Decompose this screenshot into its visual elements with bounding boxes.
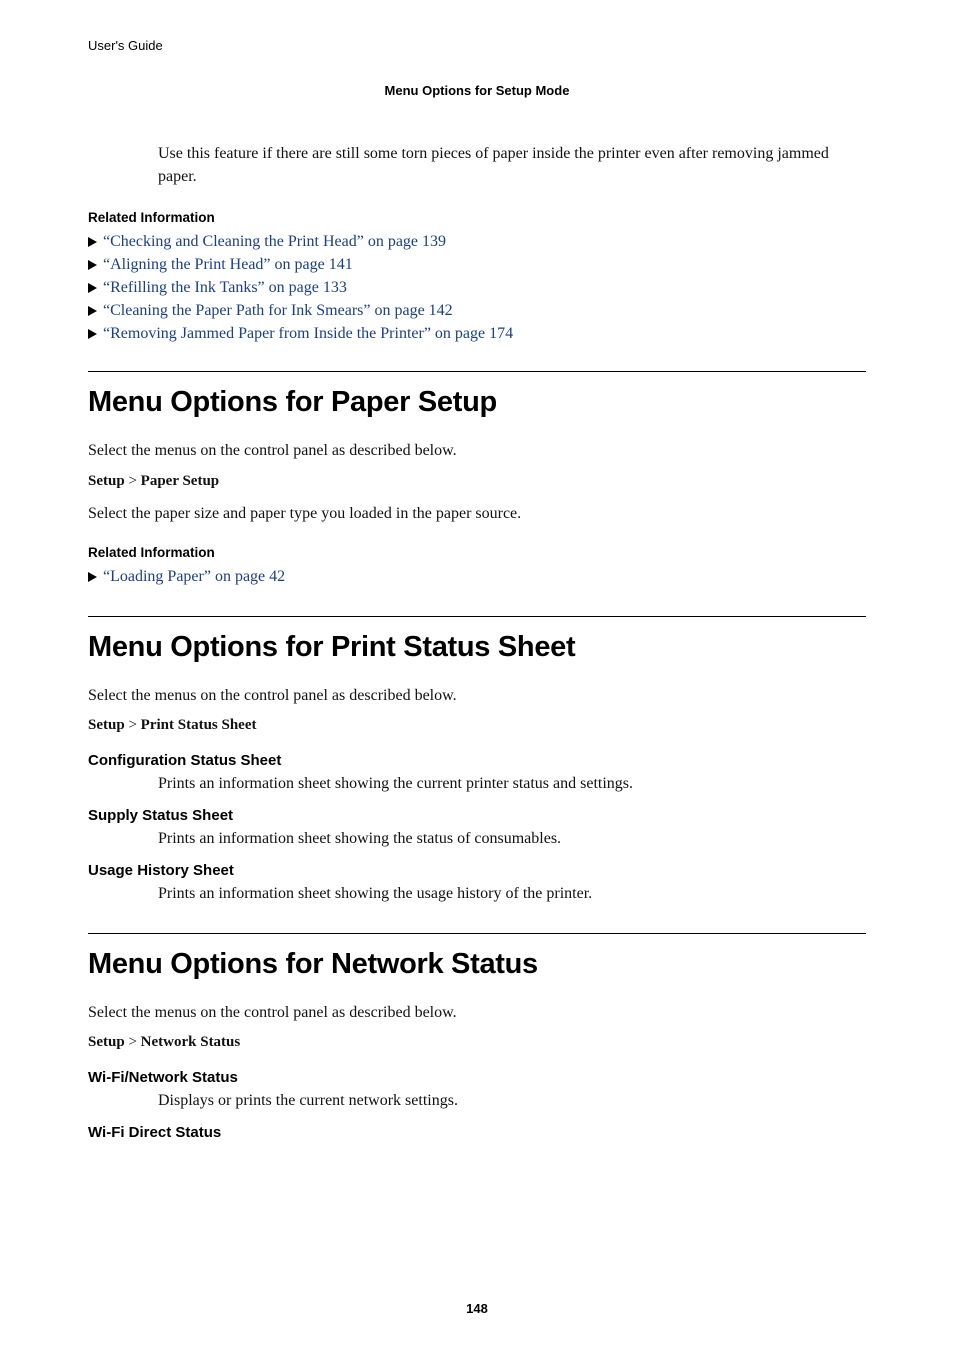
- users-guide-label: User's Guide: [88, 38, 866, 53]
- arrow-right-icon: [88, 572, 97, 582]
- related-link[interactable]: “Removing Jammed Paper from Inside the P…: [103, 325, 513, 343]
- item-label: Supply Status Sheet: [88, 807, 866, 824]
- breadcrumb: Setup > Paper Setup: [88, 473, 866, 490]
- page-number: 148: [0, 1301, 954, 1316]
- crumb-sep: >: [125, 717, 141, 733]
- related-link[interactable]: “Aligning the Print Head” on page 141: [103, 256, 353, 274]
- section-divider: [88, 371, 866, 372]
- breadcrumb: Setup > Print Status Sheet: [88, 717, 866, 734]
- crumb-setup: Setup: [88, 717, 125, 733]
- arrow-right-icon: [88, 283, 97, 293]
- crumb-setup: Setup: [88, 1034, 125, 1050]
- item-label: Wi-Fi Direct Status: [88, 1124, 866, 1141]
- item-desc: Prints an information sheet showing the …: [158, 885, 866, 903]
- section-divider: [88, 616, 866, 617]
- related-link[interactable]: “Refilling the Ink Tanks” on page 133: [103, 279, 347, 297]
- crumb-item: Paper Setup: [141, 473, 219, 489]
- crumb-item: Network Status: [141, 1034, 241, 1050]
- page-subtitle: Menu Options for Setup Mode: [88, 83, 866, 98]
- intro-feature-text: Use this feature if there are still some…: [158, 142, 866, 188]
- arrow-right-icon: [88, 260, 97, 270]
- crumb-item: Print Status Sheet: [141, 717, 257, 733]
- arrow-right-icon: [88, 237, 97, 247]
- item-desc: Displays or prints the current network s…: [158, 1092, 866, 1110]
- section-body: Select the paper size and paper type you…: [88, 502, 866, 525]
- section-heading-paper-setup: Menu Options for Paper Setup: [88, 386, 866, 419]
- section-desc: Select the menus on the control panel as…: [88, 1001, 866, 1024]
- item-desc: Prints an information sheet showing the …: [158, 775, 866, 793]
- item-desc: Prints an information sheet showing the …: [158, 830, 866, 848]
- arrow-right-icon: [88, 329, 97, 339]
- breadcrumb: Setup > Network Status: [88, 1034, 866, 1051]
- related-links-list: “Checking and Cleaning the Print Head” o…: [88, 233, 866, 343]
- related-link[interactable]: “Cleaning the Paper Path for Ink Smears”…: [103, 302, 453, 320]
- crumb-setup: Setup: [88, 473, 125, 489]
- section-divider: [88, 933, 866, 934]
- related-information-heading: Related Information: [88, 210, 866, 225]
- crumb-sep: >: [125, 473, 141, 489]
- crumb-sep: >: [125, 1034, 141, 1050]
- list-item: “Checking and Cleaning the Print Head” o…: [88, 233, 866, 251]
- section-heading-network-status: Menu Options for Network Status: [88, 948, 866, 981]
- related-link[interactable]: “Loading Paper” on page 42: [103, 568, 285, 586]
- list-item: “Removing Jammed Paper from Inside the P…: [88, 325, 866, 343]
- item-label: Wi-Fi/Network Status: [88, 1069, 866, 1086]
- section-heading-print-status: Menu Options for Print Status Sheet: [88, 631, 866, 664]
- list-item: “Cleaning the Paper Path for Ink Smears”…: [88, 302, 866, 320]
- related-link[interactable]: “Checking and Cleaning the Print Head” o…: [103, 233, 446, 251]
- section-desc: Select the menus on the control panel as…: [88, 439, 866, 462]
- related-information-heading: Related Information: [88, 545, 866, 560]
- list-item: “Aligning the Print Head” on page 141: [88, 256, 866, 274]
- list-item: “Loading Paper” on page 42: [88, 568, 866, 586]
- section-desc: Select the menus on the control panel as…: [88, 684, 866, 707]
- list-item: “Refilling the Ink Tanks” on page 133: [88, 279, 866, 297]
- item-label: Configuration Status Sheet: [88, 752, 866, 769]
- arrow-right-icon: [88, 306, 97, 316]
- related-links-list: “Loading Paper” on page 42: [88, 568, 866, 586]
- item-label: Usage History Sheet: [88, 862, 866, 879]
